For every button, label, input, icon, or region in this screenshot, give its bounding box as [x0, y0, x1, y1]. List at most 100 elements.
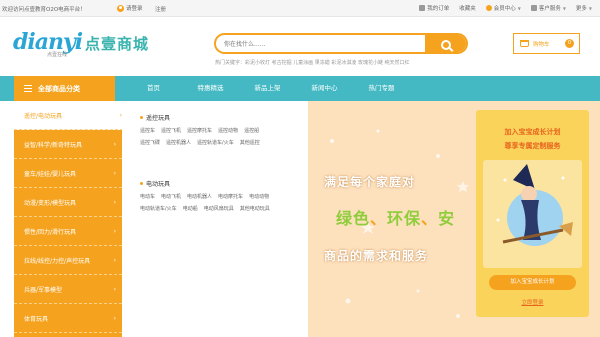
my-orders-label: 我的订单 — [427, 6, 450, 12]
banner-line-2: 绿色、环保、安 — [336, 205, 455, 229]
site-logo[interactable]: dianyi 点壹在线 点壹商城 — [13, 26, 161, 58]
top-bar: 欢迎访问点壹教育O2O电商平台！ 请登录 注册 我的订单 收藏夹 会员中心 ▼ … — [0, 0, 600, 17]
favorites-label: 收藏夹 — [459, 6, 476, 12]
sidebar-item-anime[interactable]: 动漫/变形/模型玩具 › — [14, 188, 122, 217]
banner-word-safe: 安 — [438, 209, 456, 228]
hot-keywords[interactable]: 热门关键字：彩泥小收灯 考古挖掘 儿童涂画 果冻蜡 彩泥冰淇凌 玫瑰花小鲢 纯天… — [215, 59, 410, 66]
member-center-label: 会员中心 — [493, 6, 516, 12]
welcome-text: 欢迎访问点壹教育O2O电商平台！ — [2, 7, 86, 13]
chevron-right-icon: › — [113, 256, 116, 264]
subcategory-link[interactable]: 遥控飞机 — [161, 127, 181, 134]
chevron-down-icon: ▼ — [588, 5, 592, 11]
subcategory-link[interactable]: 遥控轨道车/火车 — [197, 139, 234, 146]
subcategory-link[interactable]: 电动车 — [140, 193, 155, 200]
chevron-down-icon: ▼ — [562, 5, 566, 11]
search-input[interactable] — [224, 37, 424, 51]
login-now-link[interactable]: 立即登录 — [476, 298, 589, 306]
user-icon — [117, 4, 124, 12]
chevron-right-icon: › — [113, 169, 116, 177]
cart-icon — [520, 40, 529, 47]
subcategory-link[interactable]: 电动机器人 — [187, 193, 212, 200]
subcategory-link[interactable]: 电动船 — [183, 205, 198, 212]
bullet-icon — [140, 182, 143, 185]
chevron-down-icon: ▼ — [517, 5, 521, 11]
subcategory-row: 遥控飞碟 遥控机器人 遥控轨道车/火车 其他遥控 — [140, 139, 260, 146]
logo-subtitle: 点壹在线 — [47, 52, 68, 58]
subcategory-row: 遥控车 遥控飞机 遥控摩托车 遥控动物 遥控船 — [140, 127, 260, 134]
favorites-link[interactable]: 收藏夹 — [459, 4, 476, 12]
category-group-title-text: 电动玩具 — [146, 181, 171, 188]
nav-item-new-arrivals[interactable]: 新品上架 — [239, 76, 296, 101]
chevron-right-icon: › — [113, 314, 116, 322]
my-orders-link[interactable]: 我的订单 — [419, 4, 449, 12]
nav-items: 首页 特惠精选 新品上架 新闻中心 热门专题 — [125, 76, 410, 101]
subcategory-link[interactable]: 遥控飞碟 — [140, 139, 160, 146]
wizard-illustration — [483, 160, 582, 268]
member-center-link[interactable]: 会员中心 ▼ — [485, 4, 521, 12]
sidebar-item-educational[interactable]: 益智/科学/新奇特玩具 › — [14, 130, 122, 159]
nav-item-specials[interactable]: 特惠精选 — [182, 76, 239, 101]
subcategory-link[interactable]: 其他电动玩具 — [240, 205, 270, 212]
subcategory-link[interactable]: 遥控动物 — [218, 127, 238, 134]
banner-separator: 、 — [370, 209, 388, 228]
cart-button[interactable]: 购物车 0 — [513, 33, 580, 54]
subcategory-link[interactable]: 其他遥控 — [240, 139, 260, 146]
customer-service-label: 客户服务 — [538, 6, 561, 12]
sidebar-item-rc-toys[interactable]: 遥控/电动玩具 › — [14, 101, 128, 130]
category-sidebar: 遥控/电动玩具 › 益智/科学/新奇特玩具 › 童车/娃娃/婴儿玩具 › 动漫/变形/… — [14, 101, 128, 337]
subcategory-link[interactable]: 电动摩托车 — [218, 193, 243, 200]
sidebar-item-label: 兵器/军事模型 — [24, 286, 63, 294]
search-button[interactable] — [425, 35, 466, 52]
chevron-right-icon: › — [113, 227, 116, 235]
sidebar-item-label: 体育玩具 — [24, 315, 49, 323]
login-link[interactable]: 请登录 — [117, 4, 143, 12]
subcategory-link[interactable]: 遥控车 — [140, 127, 155, 134]
sidebar-item-pullstring[interactable]: 拉线/线控/力控/声控玩具 › — [14, 246, 122, 275]
search-box — [214, 33, 468, 54]
subcategory-link[interactable]: 遥控机器人 — [166, 139, 191, 146]
sidebar-item-label: 惯性/回力/滑行玩具 — [24, 228, 77, 236]
subcategory-link[interactable]: 遥控船 — [244, 127, 259, 134]
sidebar-item-label: 益智/科学/新奇特玩具 — [24, 141, 83, 149]
main-nav: 全部商品分类 首页 特惠精选 新品上架 新闻中心 热门专题 — [0, 76, 600, 101]
nav-item-topics[interactable]: 热门专题 — [353, 76, 410, 101]
sidebar-item-label: 童车/娃娃/婴儿玩具 — [24, 170, 77, 178]
bullet-icon — [140, 116, 143, 119]
more-label: 更多 — [575, 6, 587, 12]
register-link[interactable]: 注册 — [155, 5, 166, 13]
chevron-right-icon: › — [113, 285, 116, 293]
banner-word-eco: 环保 — [387, 209, 422, 228]
sidebar-item-label: 动漫/变形/模型玩具 — [24, 199, 77, 207]
subcategory-link[interactable]: 遥控摩托车 — [187, 127, 212, 134]
logo-slogan: 点壹商城 — [85, 35, 150, 53]
service-icon — [530, 5, 537, 11]
nav-item-home[interactable]: 首页 — [125, 76, 182, 101]
order-icon — [419, 5, 426, 11]
category-group-title[interactable]: 电动玩具 — [140, 179, 270, 188]
sidebar-item-inertia[interactable]: 惯性/回力/滑行玩具 › — [14, 217, 122, 246]
join-growth-plan-button[interactable]: 加入宝宝成长计划 — [489, 275, 576, 290]
cart-label: 购物车 — [533, 41, 550, 48]
promo-title: 加入宝宝成长计划 — [504, 128, 561, 136]
banner-line-1: 满足每个家庭对 — [324, 175, 416, 189]
more-link[interactable]: 更多 ▼ — [575, 4, 592, 13]
subcategory-link[interactable]: 电动飞机 — [161, 193, 181, 200]
category-group-title[interactable]: 遥控玩具 — [140, 113, 260, 122]
category-group-title-text: 遥控玩具 — [146, 115, 171, 122]
category-group-electric: 电动玩具 电动车 电动飞机 电动机器人 电动摩托车 电动动物 电动轨道车/火车 … — [140, 179, 270, 212]
sidebar-item-military[interactable]: 兵器/军事模型 › — [14, 275, 122, 304]
sidebar-item-sports[interactable]: 体育玩具 › — [14, 304, 122, 333]
sidebar-item-baby[interactable]: 童车/娃娃/婴儿玩具 › — [14, 159, 122, 188]
sidebar-item-label: 遥控/电动玩具 — [24, 112, 63, 120]
subcategory-link[interactable]: 电动风扇玩具 — [204, 205, 234, 212]
category-group-rc: 遥控玩具 遥控车 遥控飞机 遥控摩托车 遥控动物 遥控船 遥控飞碟 遥控机器人 … — [140, 113, 260, 146]
banner-line-3: 商品的需求和服务 — [324, 249, 429, 263]
customer-service-link[interactable]: 客户服务 ▼ — [530, 4, 566, 12]
all-categories-label: 全部商品分类 — [38, 84, 80, 93]
nav-item-news[interactable]: 新闻中心 — [296, 76, 353, 101]
subcategory-row: 电动车 电动飞机 电动机器人 电动摩托车 电动动物 — [140, 193, 270, 200]
subcategory-link[interactable]: 电动轨道车/火车 — [140, 205, 177, 212]
all-categories-button[interactable]: 全部商品分类 — [14, 76, 115, 101]
menu-icon — [24, 85, 32, 92]
subcategory-link[interactable]: 电动动物 — [249, 193, 269, 200]
